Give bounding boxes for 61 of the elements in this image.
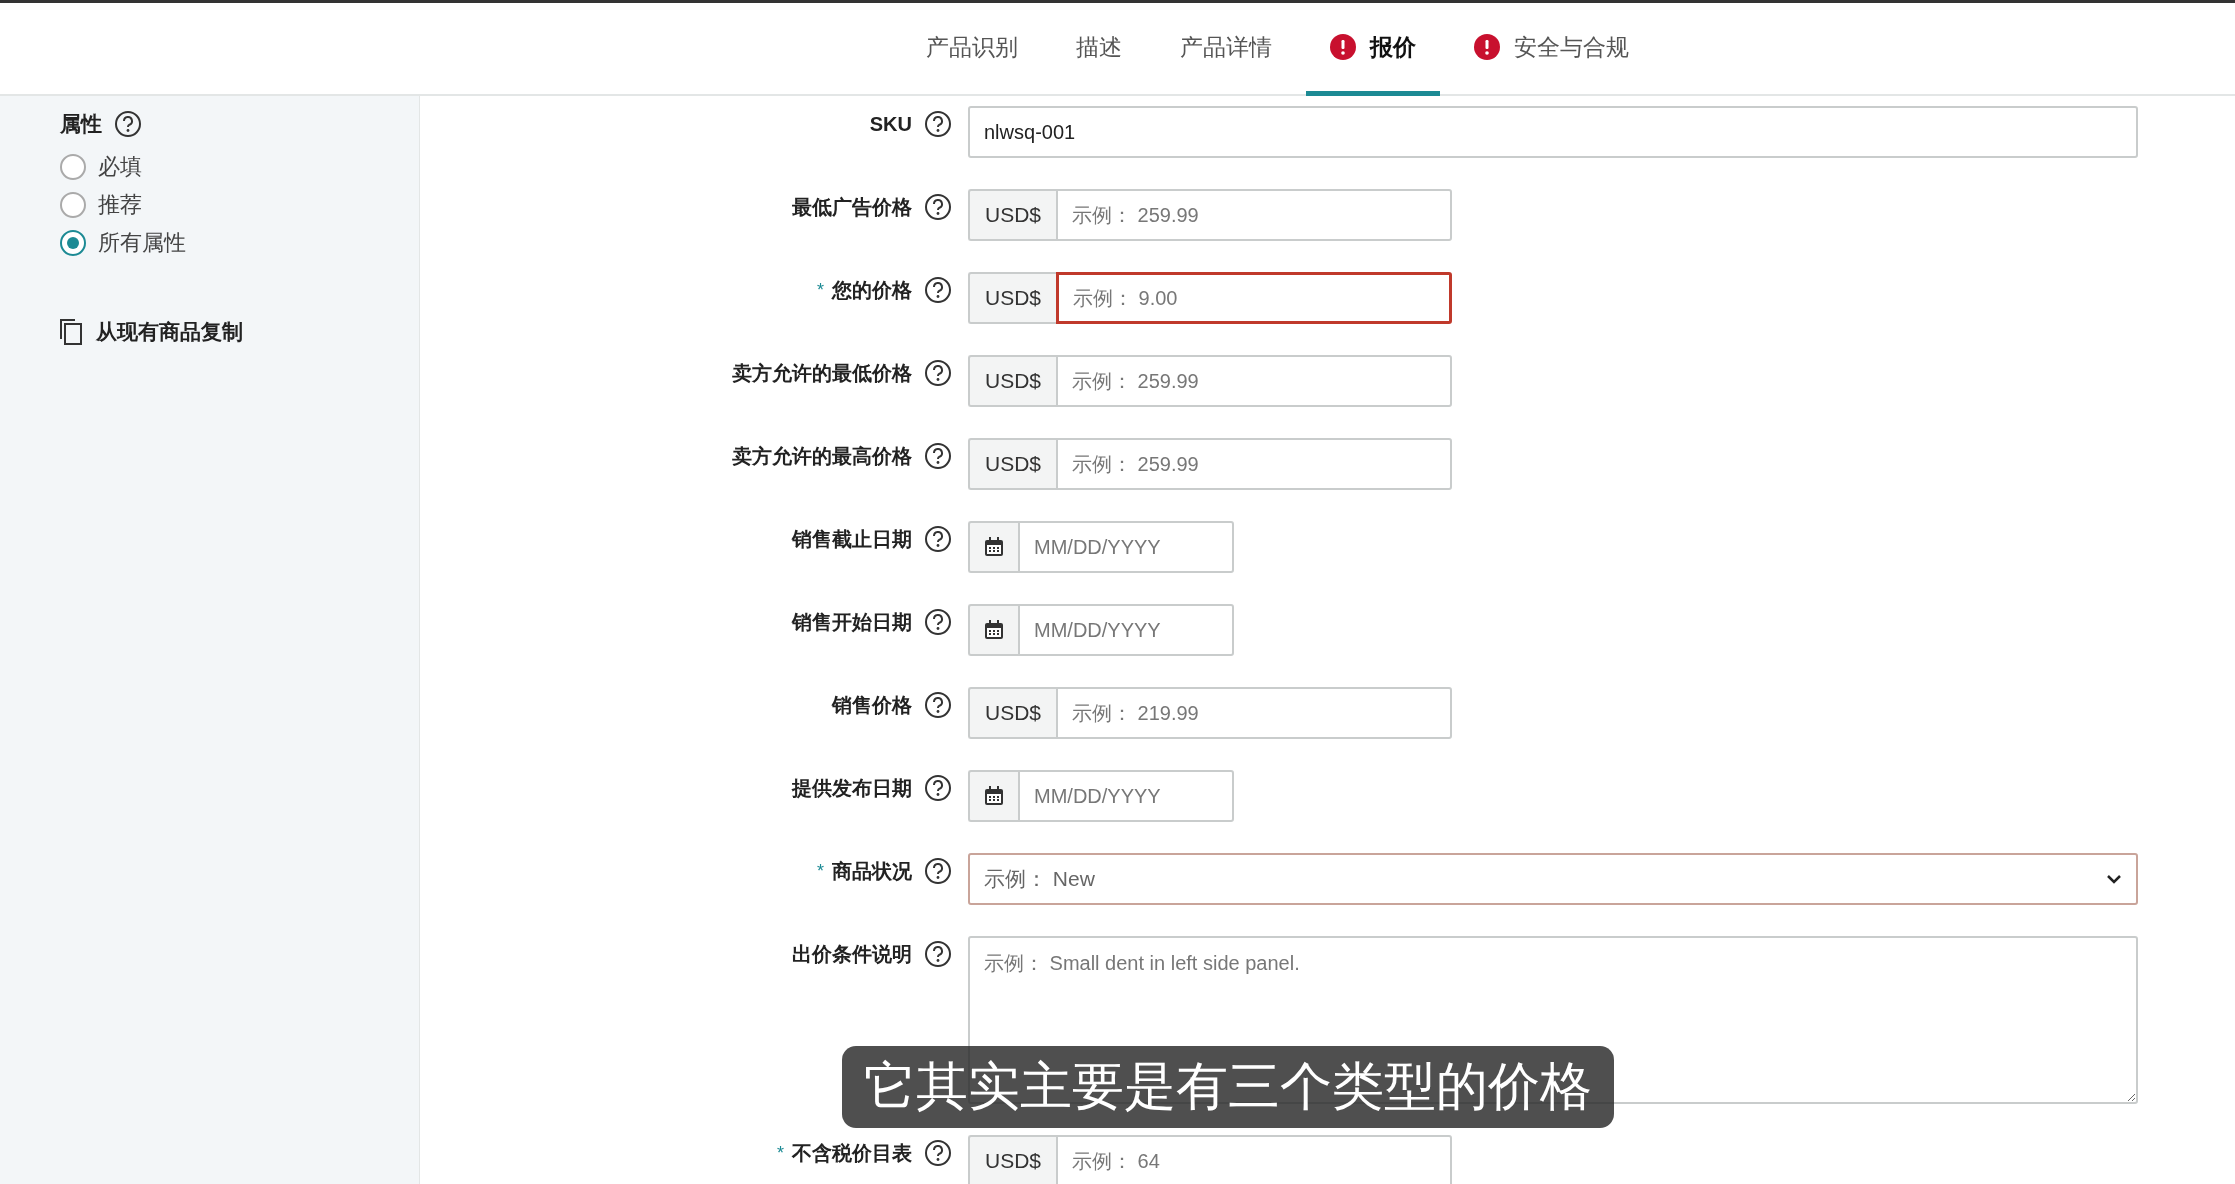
currency-prefix: USD$ — [968, 1135, 1056, 1184]
required-mark: * — [777, 1142, 784, 1164]
text-field[interactable]: nlwsq-001 — [968, 106, 2138, 158]
copy-link[interactable]: 从现有商品复制 — [60, 318, 419, 346]
field-label: 最低广告价格 — [792, 194, 912, 220]
tab[interactable]: 产品识别 — [902, 3, 1042, 96]
help-icon[interactable] — [924, 857, 952, 885]
currency-prefix: USD$ — [968, 272, 1056, 324]
tab[interactable]: 安全与合规 — [1450, 3, 1653, 96]
field-label: 销售截止日期 — [792, 526, 912, 552]
copy-icon — [60, 319, 82, 345]
calendar-icon[interactable] — [984, 620, 1004, 640]
date-field[interactable]: MM/DD/YYYY — [1018, 521, 1234, 573]
radio-label: 必填 — [98, 153, 142, 181]
field-label: 出价条件说明 — [792, 941, 912, 967]
field-label: 商品状况 — [832, 858, 912, 884]
chevron-down-icon — [2106, 874, 2122, 884]
tab[interactable]: 描述 — [1052, 3, 1146, 96]
field-label: 不含税价目表 — [792, 1140, 912, 1166]
field-label: 销售开始日期 — [792, 609, 912, 635]
radio-button[interactable] — [60, 192, 86, 218]
subtitle-overlay: 它其实主要是有三个类型的价格 — [842, 1046, 1614, 1128]
alert-icon — [1330, 34, 1356, 60]
calendar-icon[interactable] — [984, 786, 1004, 806]
field-label: 销售价格 — [832, 692, 912, 718]
help-icon[interactable] — [924, 442, 952, 470]
radio-button[interactable] — [60, 230, 86, 256]
help-icon[interactable] — [924, 774, 952, 802]
field-label: 提供发布日期 — [792, 775, 912, 801]
field-label: 卖方允许的最高价格 — [732, 443, 912, 469]
calendar-icon[interactable] — [984, 537, 1004, 557]
required-mark: * — [817, 860, 824, 882]
field-label: 卖方允许的最低价格 — [732, 360, 912, 386]
radio-label: 所有属性 — [98, 229, 186, 257]
date-field[interactable]: MM/DD/YYYY — [1018, 604, 1234, 656]
condition-dropdown[interactable]: 示例： New — [968, 853, 2138, 905]
help-icon[interactable] — [924, 608, 952, 636]
radio-label: 推荐 — [98, 191, 142, 219]
help-icon[interactable] — [924, 691, 952, 719]
help-icon[interactable] — [924, 110, 952, 138]
currency-prefix: USD$ — [968, 355, 1056, 407]
help-icon[interactable] — [924, 1139, 952, 1167]
field-label: SKU — [869, 112, 912, 136]
field-label: 您的价格 — [832, 277, 912, 303]
help-icon[interactable] — [114, 110, 142, 138]
required-mark: * — [817, 279, 824, 301]
date-field[interactable]: MM/DD/YYYY — [1018, 770, 1234, 822]
help-icon[interactable] — [924, 359, 952, 387]
help-icon[interactable] — [924, 276, 952, 304]
help-icon[interactable] — [924, 940, 952, 968]
tab[interactable]: 产品详情 — [1156, 3, 1296, 96]
currency-prefix: USD$ — [968, 189, 1056, 241]
alert-icon — [1474, 34, 1500, 60]
sidebar-heading: 属性 — [60, 111, 102, 137]
currency-prefix: USD$ — [968, 687, 1056, 739]
price-field[interactable]: 示例： 9.00 — [1056, 272, 1452, 324]
help-icon[interactable] — [924, 525, 952, 553]
tab[interactable]: 报价 — [1306, 3, 1440, 96]
help-icon[interactable] — [924, 193, 952, 221]
currency-prefix: USD$ — [968, 438, 1056, 490]
radio-button[interactable] — [60, 154, 86, 180]
